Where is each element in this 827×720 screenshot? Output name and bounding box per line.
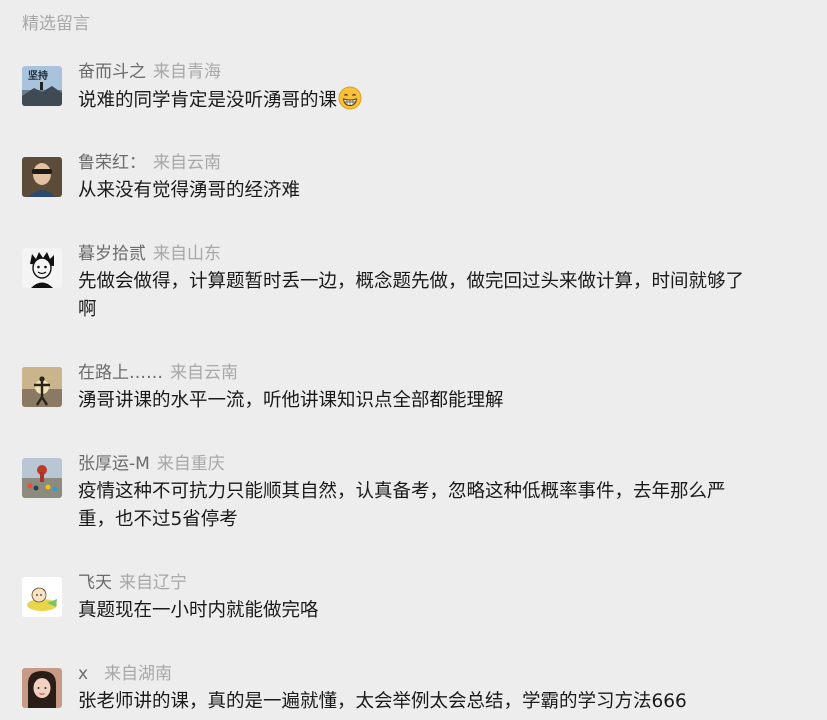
comment-text: 从来没有觉得湧哥的经济难 bbox=[78, 177, 824, 205]
commenter-name[interactable]: x bbox=[78, 664, 88, 684]
avatar[interactable] bbox=[22, 157, 62, 197]
comment-text: 先做会做得，计算题暂时丢一边，概念题先做，做完回过头来做计算，时间就够了 啊 bbox=[78, 268, 824, 324]
avatar[interactable]: 坚持 bbox=[22, 66, 62, 106]
commenter-location: 来自青海 bbox=[153, 62, 221, 82]
avatar[interactable] bbox=[22, 668, 62, 708]
commenter-name[interactable]: 暮岁拾贰 bbox=[78, 244, 146, 264]
svg-text:坚持: 坚持 bbox=[28, 69, 48, 82]
comment-text: 湧哥讲课的水平一流，听他讲课知识点全部都能理解 bbox=[78, 387, 824, 415]
comment-line: 重，也不过5省停考 bbox=[78, 509, 238, 530]
comment-text: 说难的同学肯定是没听湧哥的课 bbox=[78, 86, 824, 119]
commenter-name[interactable]: 在路上…… bbox=[78, 363, 163, 383]
grinning-face-icon bbox=[338, 86, 362, 119]
avatar[interactable] bbox=[22, 577, 62, 617]
comment-line: 疫情这种不可抗力只能顺其自然，认真备考，忽略这种低概率事件，去年那么严 bbox=[78, 481, 726, 502]
comments-page: 精选留言 坚持 奋而斗之 来自青海 说难的同学肯定是没听湧哥的课 鲁荣红： 来自… bbox=[0, 0, 827, 720]
commenter-name[interactable]: 飞天 bbox=[78, 573, 112, 593]
comment-line: 真题现在一小时内就能做完咯 bbox=[78, 600, 319, 621]
comment-text: 疫情这种不可抗力只能顺其自然，认真备考，忽略这种低概率事件，去年那么严 重，也不… bbox=[78, 478, 824, 534]
comment-line: 从来没有觉得湧哥的经济难 bbox=[78, 180, 301, 201]
commenter-name[interactable]: 奋而斗之 bbox=[78, 62, 146, 82]
comment-meta: 飞天 来自辽宁 bbox=[78, 571, 187, 595]
commenter-name[interactable]: 张厚运-M bbox=[78, 454, 150, 474]
comment-text: 真题现在一小时内就能做完咯 bbox=[78, 597, 824, 625]
commenter-location: 来自云南 bbox=[170, 363, 238, 383]
comment-line: 啊 bbox=[78, 299, 97, 320]
avatar[interactable] bbox=[22, 248, 62, 288]
avatar[interactable] bbox=[22, 458, 62, 498]
comment-line: 说难的同学肯定是没听湧哥的课 bbox=[78, 90, 338, 111]
section-title: 精选留言 bbox=[22, 14, 90, 34]
comment-line: 先做会做得，计算题暂时丢一边，概念题先做，做完回过头来做计算，时间就够了 bbox=[78, 271, 745, 292]
comment-meta: 奋而斗之 来自青海 bbox=[78, 60, 221, 84]
comment-line: 湧哥讲课的水平一流，听他讲课知识点全部都能理解 bbox=[78, 390, 504, 411]
comment-meta: x 来自湖南 bbox=[78, 662, 172, 686]
comment-meta: 在路上…… 来自云南 bbox=[78, 361, 238, 385]
commenter-location: 来自重庆 bbox=[156, 454, 225, 474]
comment-text: 张老师讲的课，真的是一遍就懂，太会举例太会总结，学霸的学习方法666 bbox=[78, 688, 824, 716]
comment-meta: 鲁荣红： 来自云南 bbox=[78, 151, 221, 175]
commenter-name[interactable]: 鲁荣红： bbox=[78, 153, 146, 173]
commenter-location: 来自云南 bbox=[153, 153, 221, 173]
comment-meta: 暮岁拾贰 来自山东 bbox=[78, 242, 221, 266]
comment-line: 张老师讲的课，真的是一遍就懂，太会举例太会总结，学霸的学习方法666 bbox=[78, 691, 687, 712]
commenter-location: 来自湖南 bbox=[104, 664, 173, 684]
commenter-location: 来自辽宁 bbox=[119, 573, 187, 593]
avatar[interactable] bbox=[22, 367, 62, 407]
commenter-location: 来自山东 bbox=[153, 244, 221, 264]
comment-meta: 张厚运-M 来自重庆 bbox=[78, 452, 225, 476]
